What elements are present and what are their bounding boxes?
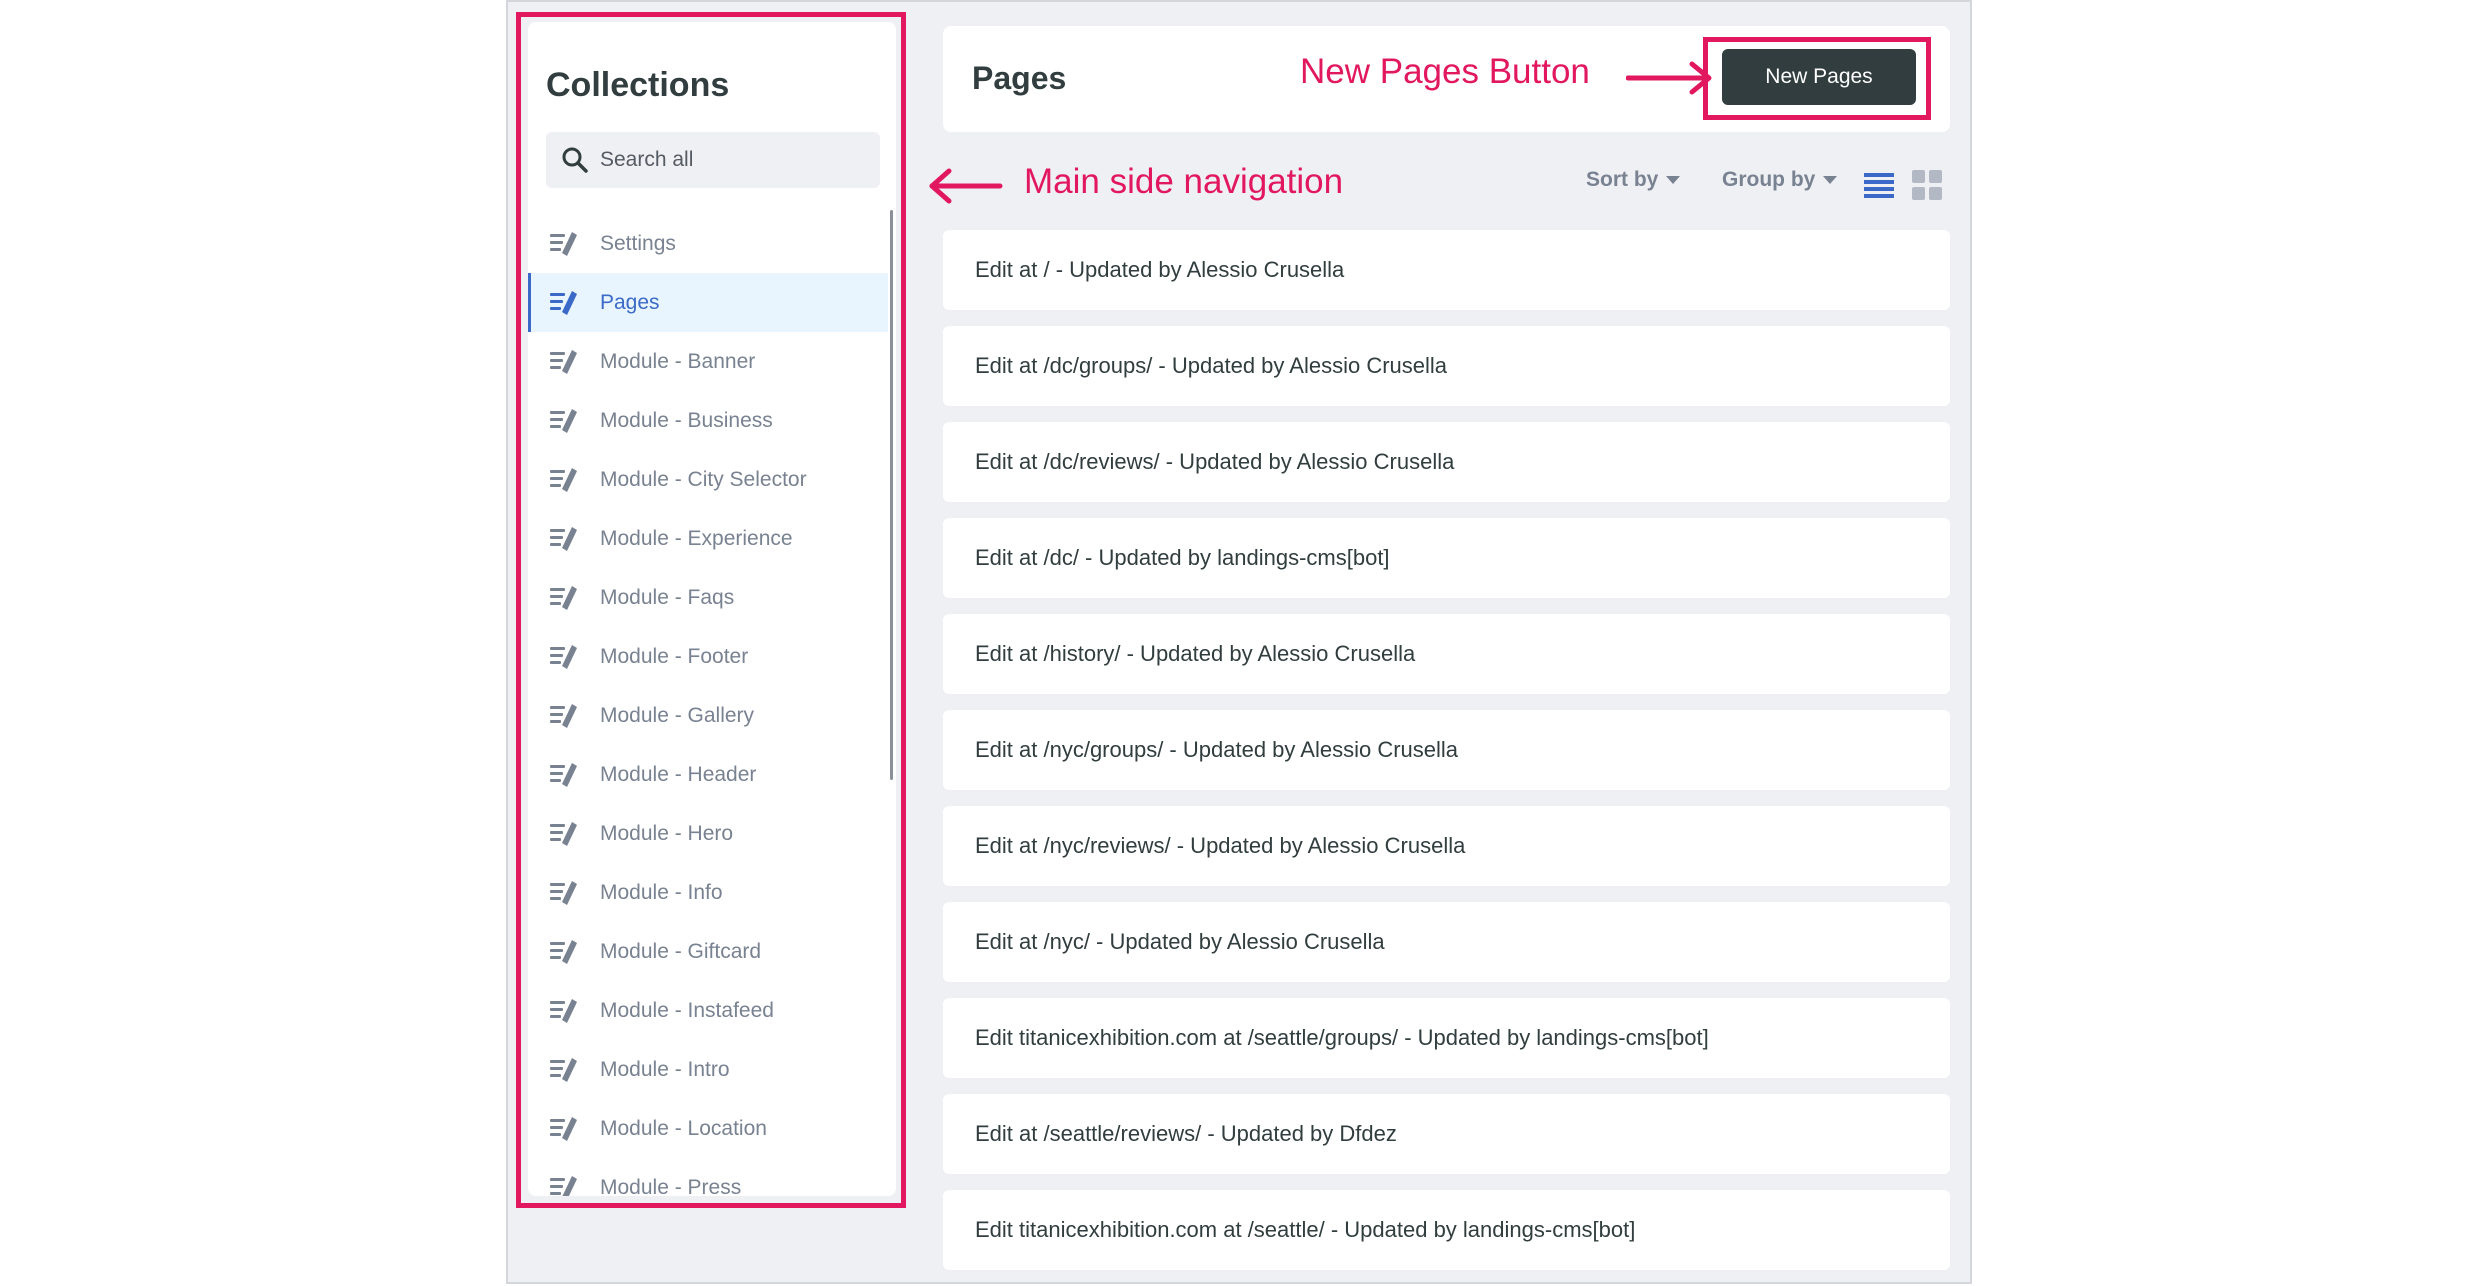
entry-card[interactable]: Edit titanicexhibition.com at /seattle/g… (943, 998, 1950, 1078)
entry-card[interactable]: Edit at /dc/groups/ - Updated by Alessio… (943, 326, 1950, 406)
sidebar-annotation: Main side navigation (1024, 162, 1344, 201)
caret-down-icon (1666, 176, 1681, 184)
entry-title: Edit at /dc/reviews/ - Updated by Alessi… (975, 449, 1455, 474)
arrow-right-icon (1626, 61, 1712, 95)
entry-card[interactable]: Edit at /dc/reviews/ - Updated by Alessi… (943, 422, 1950, 502)
group-by-dropdown[interactable]: Group by (1722, 168, 1838, 192)
sidebar-highlight-box (516, 12, 906, 1208)
entry-card[interactable]: Edit at /nyc/groups/ - Updated by Alessi… (943, 710, 1950, 790)
entry-title: Edit at /dc/ - Updated by landings-cms[b… (975, 545, 1390, 570)
entry-card[interactable]: Edit at /seattle/reviews/ - Updated by D… (943, 1094, 1950, 1174)
entry-title: Edit titanicexhibition.com at /seattle/g… (975, 1025, 1709, 1050)
page-title: Pages (972, 60, 1067, 96)
new-button-highlight-box (1703, 37, 1931, 120)
list-view-icon[interactable] (1864, 172, 1894, 200)
sort-by-label: Sort by (1586, 168, 1659, 191)
new-button-annotation: New Pages Button (1300, 52, 1590, 91)
entry-title: Edit titanicexhibition.com at /seattle/ … (975, 1217, 1636, 1242)
entry-title: Edit at /nyc/groups/ - Updated by Alessi… (975, 737, 1459, 762)
entry-card[interactable]: Edit titanicexhibition.com at /seattle/ … (943, 1190, 1950, 1270)
entry-card[interactable]: Edit at /nyc/ - Updated by Alessio Cruse… (943, 902, 1950, 982)
group-by-label: Group by (1722, 168, 1816, 191)
entry-card[interactable]: Edit at /dc/ - Updated by landings-cms[b… (943, 518, 1950, 598)
entry-title: Edit at /dc/groups/ - Updated by Alessio… (975, 353, 1448, 378)
entry-card[interactable]: Edit at /nyc/reviews/ - Updated by Aless… (943, 806, 1950, 886)
sort-by-dropdown[interactable]: Sort by (1586, 168, 1681, 192)
entry-title: Edit at /seattle/reviews/ - Updated by D… (975, 1121, 1397, 1146)
entry-card[interactable]: Edit at / - Updated by Alessio Crusella (943, 230, 1950, 310)
entry-title: Edit at /history/ - Updated by Alessio C… (975, 641, 1416, 666)
caret-down-icon (1823, 176, 1838, 184)
entry-title: Edit at / - Updated by Alessio Crusella (975, 257, 1345, 282)
entry-card[interactable]: Edit at /history/ - Updated by Alessio C… (943, 614, 1950, 694)
entry-title: Edit at /nyc/ - Updated by Alessio Cruse… (975, 929, 1385, 954)
entry-title: Edit at /nyc/reviews/ - Updated by Aless… (975, 833, 1466, 858)
grid-view-icon[interactable] (1912, 170, 1942, 200)
arrow-left-icon (929, 168, 1003, 204)
